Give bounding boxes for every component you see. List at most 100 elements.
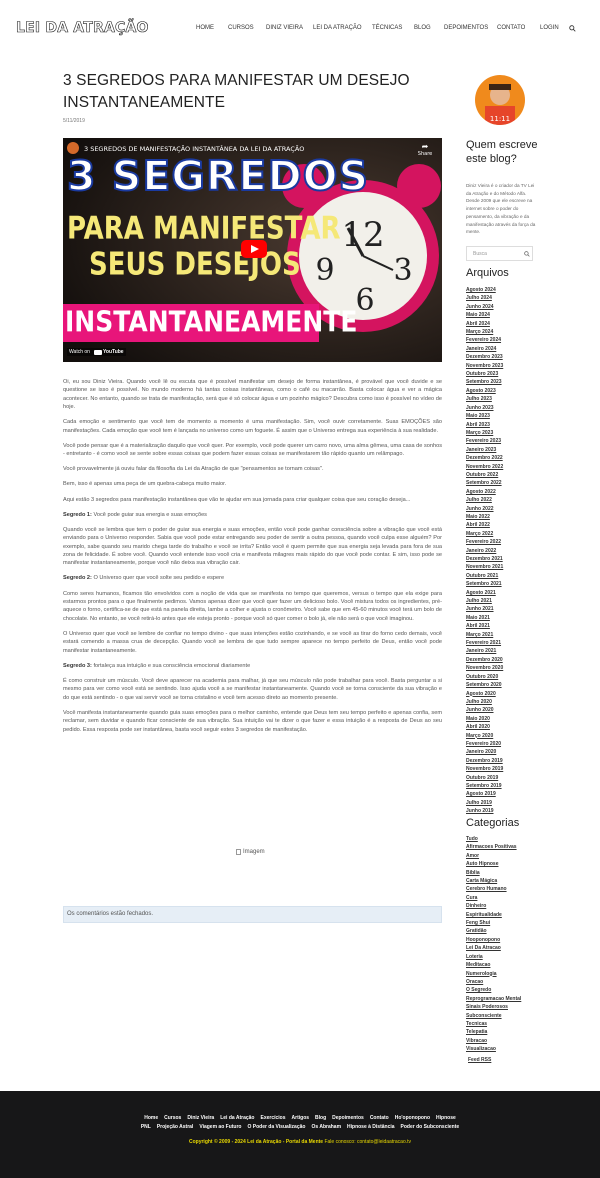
archive-link[interactable]: Dezembro 2020: [466, 656, 503, 664]
search-input[interactable]: Busca: [466, 246, 533, 261]
nav-item-diniz-vieira[interactable]: DINIZ VIEIRA: [266, 25, 303, 31]
archive-link[interactable]: Janeiro 2024: [466, 345, 503, 353]
archive-link[interactable]: Agosto 2021: [466, 589, 503, 597]
archive-link[interactable]: Outubro 2019: [466, 774, 503, 782]
archive-link[interactable]: Maio 2023: [466, 412, 503, 420]
archive-link[interactable]: Outubro 2022: [466, 471, 503, 479]
archive-link[interactable]: Abril 2024: [466, 320, 503, 328]
footer-link[interactable]: PNL: [141, 1124, 151, 1130]
archive-link[interactable]: Março 2024: [466, 328, 503, 336]
archive-link[interactable]: Fevereiro 2023: [466, 437, 503, 445]
archive-link[interactable]: Abril 2023: [466, 421, 503, 429]
search-icon[interactable]: [569, 25, 576, 32]
footer-link[interactable]: Hipnose: [436, 1115, 456, 1121]
category-link[interactable]: Telepatia: [466, 1028, 521, 1036]
archive-link[interactable]: Fevereiro 2021: [466, 639, 503, 647]
archive-link[interactable]: Janeiro 2022: [466, 547, 503, 555]
category-link[interactable]: Bíblia: [466, 869, 521, 877]
category-link[interactable]: Subconsciente: [466, 1012, 521, 1020]
archive-link[interactable]: Março 2021: [466, 631, 503, 639]
category-link[interactable]: Feng Shui: [466, 919, 521, 927]
archive-link[interactable]: Julho 2020: [466, 698, 503, 706]
archive-link[interactable]: Março 2023: [466, 429, 503, 437]
archive-link[interactable]: Agosto 2020: [466, 690, 503, 698]
archive-link[interactable]: Novembro 2019: [466, 765, 503, 773]
archive-link[interactable]: Abril 2021: [466, 622, 503, 630]
footer-link[interactable]: Lei da Atração: [220, 1115, 254, 1121]
category-link[interactable]: Sinais Poderosos: [466, 1003, 521, 1011]
archive-link[interactable]: Setembro 2022: [466, 479, 503, 487]
nav-item-depoimentos[interactable]: DEPOIMENTOS: [444, 25, 488, 31]
archive-link[interactable]: Agosto 2023: [466, 387, 503, 395]
archive-link[interactable]: Dezembro 2019: [466, 757, 503, 765]
footer-link[interactable]: Poder do Subconsciente: [401, 1124, 460, 1130]
archive-link[interactable]: Fevereiro 2024: [466, 336, 503, 344]
category-link[interactable]: Oracao: [466, 978, 521, 986]
contact-email[interactable]: contato@leidaatracao.tv: [357, 1139, 411, 1145]
category-link[interactable]: Carta Mágica: [466, 877, 521, 885]
category-link[interactable]: Afirmacoes Positivas: [466, 843, 521, 851]
nav-item-cursos[interactable]: CURSOS: [228, 25, 254, 31]
category-link[interactable]: Cerebro Humano: [466, 885, 521, 893]
category-link[interactable]: Visualizacao: [466, 1045, 521, 1053]
category-link[interactable]: Dinheiro: [466, 902, 521, 910]
archive-link[interactable]: Dezembro 2023: [466, 353, 503, 361]
footer-link[interactable]: Home: [144, 1115, 158, 1121]
footer-link[interactable]: Depoimentos: [332, 1115, 364, 1121]
category-link[interactable]: Tudo: [466, 835, 521, 843]
category-link[interactable]: Amor: [466, 852, 521, 860]
archive-link[interactable]: Setembro 2019: [466, 782, 503, 790]
archive-link[interactable]: Junho 2019: [466, 807, 503, 815]
footer-link[interactable]: Os Abraham: [311, 1124, 341, 1130]
nav-item-técnicas[interactable]: TÉCNICAS: [372, 25, 402, 31]
archive-link[interactable]: Dezembro 2021: [466, 555, 503, 563]
footer-link[interactable]: Contato: [370, 1115, 389, 1121]
category-link[interactable]: Lei Da Atracao: [466, 944, 521, 952]
archive-link[interactable]: Maio 2021: [466, 614, 503, 622]
archive-link[interactable]: Janeiro 2021: [466, 647, 503, 655]
footer-link[interactable]: Exercícios: [261, 1115, 286, 1121]
archive-link[interactable]: Janeiro 2023: [466, 446, 503, 454]
nav-item-login[interactable]: LOGIN: [540, 25, 559, 31]
archive-link[interactable]: Julho 2024: [466, 294, 503, 302]
nav-item-home[interactable]: Home: [196, 25, 214, 31]
archive-link[interactable]: Junho 2024: [466, 303, 503, 311]
footer-link[interactable]: Viagem ao Futuro: [199, 1124, 241, 1130]
archive-link[interactable]: Fevereiro 2020: [466, 740, 503, 748]
watch-on-youtube[interactable]: Watch on YouTube: [67, 348, 126, 356]
video-share-button[interactable]: ➦ Share: [415, 142, 435, 157]
archive-link[interactable]: Setembro 2023: [466, 378, 503, 386]
archive-link[interactable]: Junho 2023: [466, 404, 503, 412]
archive-link[interactable]: Janeiro 2020: [466, 748, 503, 756]
nav-item-contato[interactable]: CONTATO: [497, 25, 525, 31]
archive-link[interactable]: Setembro 2020: [466, 681, 503, 689]
category-link[interactable]: Loteria: [466, 953, 521, 961]
category-link[interactable]: Meditacao: [466, 961, 521, 969]
footer-link[interactable]: Hipnose à Distância: [347, 1124, 395, 1130]
footer-link[interactable]: Artigos: [292, 1115, 310, 1121]
search-icon[interactable]: [524, 251, 530, 257]
archive-link[interactable]: Março 2020: [466, 732, 503, 740]
nav-item-lei-da-atração[interactable]: LEI DA ATRAÇÃO: [313, 25, 362, 31]
archive-link[interactable]: Maio 2022: [466, 513, 503, 521]
category-link[interactable]: Reprogramacao Mental: [466, 995, 521, 1003]
category-link[interactable]: Auto Hipnose: [466, 860, 521, 868]
footer-link[interactable]: Blog: [315, 1115, 326, 1121]
footer-link[interactable]: Cursos: [164, 1115, 181, 1121]
archive-link[interactable]: Junho 2021: [466, 605, 503, 613]
archive-link[interactable]: Abril 2020: [466, 723, 503, 731]
category-link[interactable]: O Segredo: [466, 986, 521, 994]
nav-item-blog[interactable]: BLOG: [414, 25, 431, 31]
archive-link[interactable]: Novembro 2020: [466, 664, 503, 672]
feed-rss-link[interactable]: Feed RSS: [468, 1057, 491, 1063]
archive-link[interactable]: Fevereiro 2022: [466, 538, 503, 546]
archive-link[interactable]: Junho 2020: [466, 706, 503, 714]
archive-link[interactable]: Julho 2022: [466, 496, 503, 504]
archive-link[interactable]: Novembro 2023: [466, 362, 503, 370]
footer-link[interactable]: Diniz Vieira: [187, 1115, 214, 1121]
archive-link[interactable]: Outubro 2021: [466, 572, 503, 580]
archive-link[interactable]: Novembro 2022: [466, 463, 503, 471]
category-link[interactable]: Gratidão: [466, 927, 521, 935]
footer-link[interactable]: Ho'oponopono: [395, 1115, 430, 1121]
archive-link[interactable]: Maio 2020: [466, 715, 503, 723]
